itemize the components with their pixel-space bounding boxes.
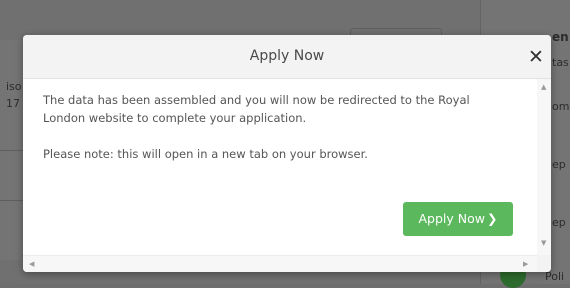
modal-title: Apply Now: [249, 48, 325, 64]
scroll-right-arrow-icon[interactable]: ▶: [523, 260, 528, 268]
new-tab-note: Please note: this will open in a new tab…: [43, 147, 368, 161]
scrollbar-corner: [537, 255, 551, 272]
scroll-down-arrow-icon[interactable]: ▼: [541, 239, 546, 247]
apply-now-modal: Apply Now ✕ The data has been assembled …: [23, 35, 551, 272]
horizontal-scrollbar[interactable]: ◀ ▶: [23, 255, 537, 272]
background-text-fragment: om: [552, 100, 570, 113]
background-text-fragment: tas: [552, 56, 569, 69]
modal-body: The data has been assembled and you will…: [23, 79, 537, 255]
background-text-fragment: iso: [6, 80, 22, 93]
vertical-scrollbar[interactable]: ▲ ▼: [537, 79, 551, 255]
scroll-up-arrow-icon[interactable]: ▲: [541, 83, 546, 91]
modal-header: Apply Now ✕: [23, 35, 551, 79]
background-text-fragment: en: [552, 30, 569, 44]
close-icon[interactable]: ✕: [524, 44, 548, 70]
redirect-message: The data has been assembled and you will…: [43, 93, 470, 125]
background-text-fragment: 17: [6, 97, 20, 110]
apply-now-button[interactable]: Apply Now ❯: [403, 202, 513, 236]
scroll-left-arrow-icon[interactable]: ◀: [29, 260, 34, 268]
background-text-fragment: ep: [552, 216, 566, 229]
apply-now-button-label: Apply Now: [418, 211, 486, 226]
background-text-fragment: ep: [552, 158, 566, 171]
chevron-right-icon: ❯: [487, 211, 498, 226]
